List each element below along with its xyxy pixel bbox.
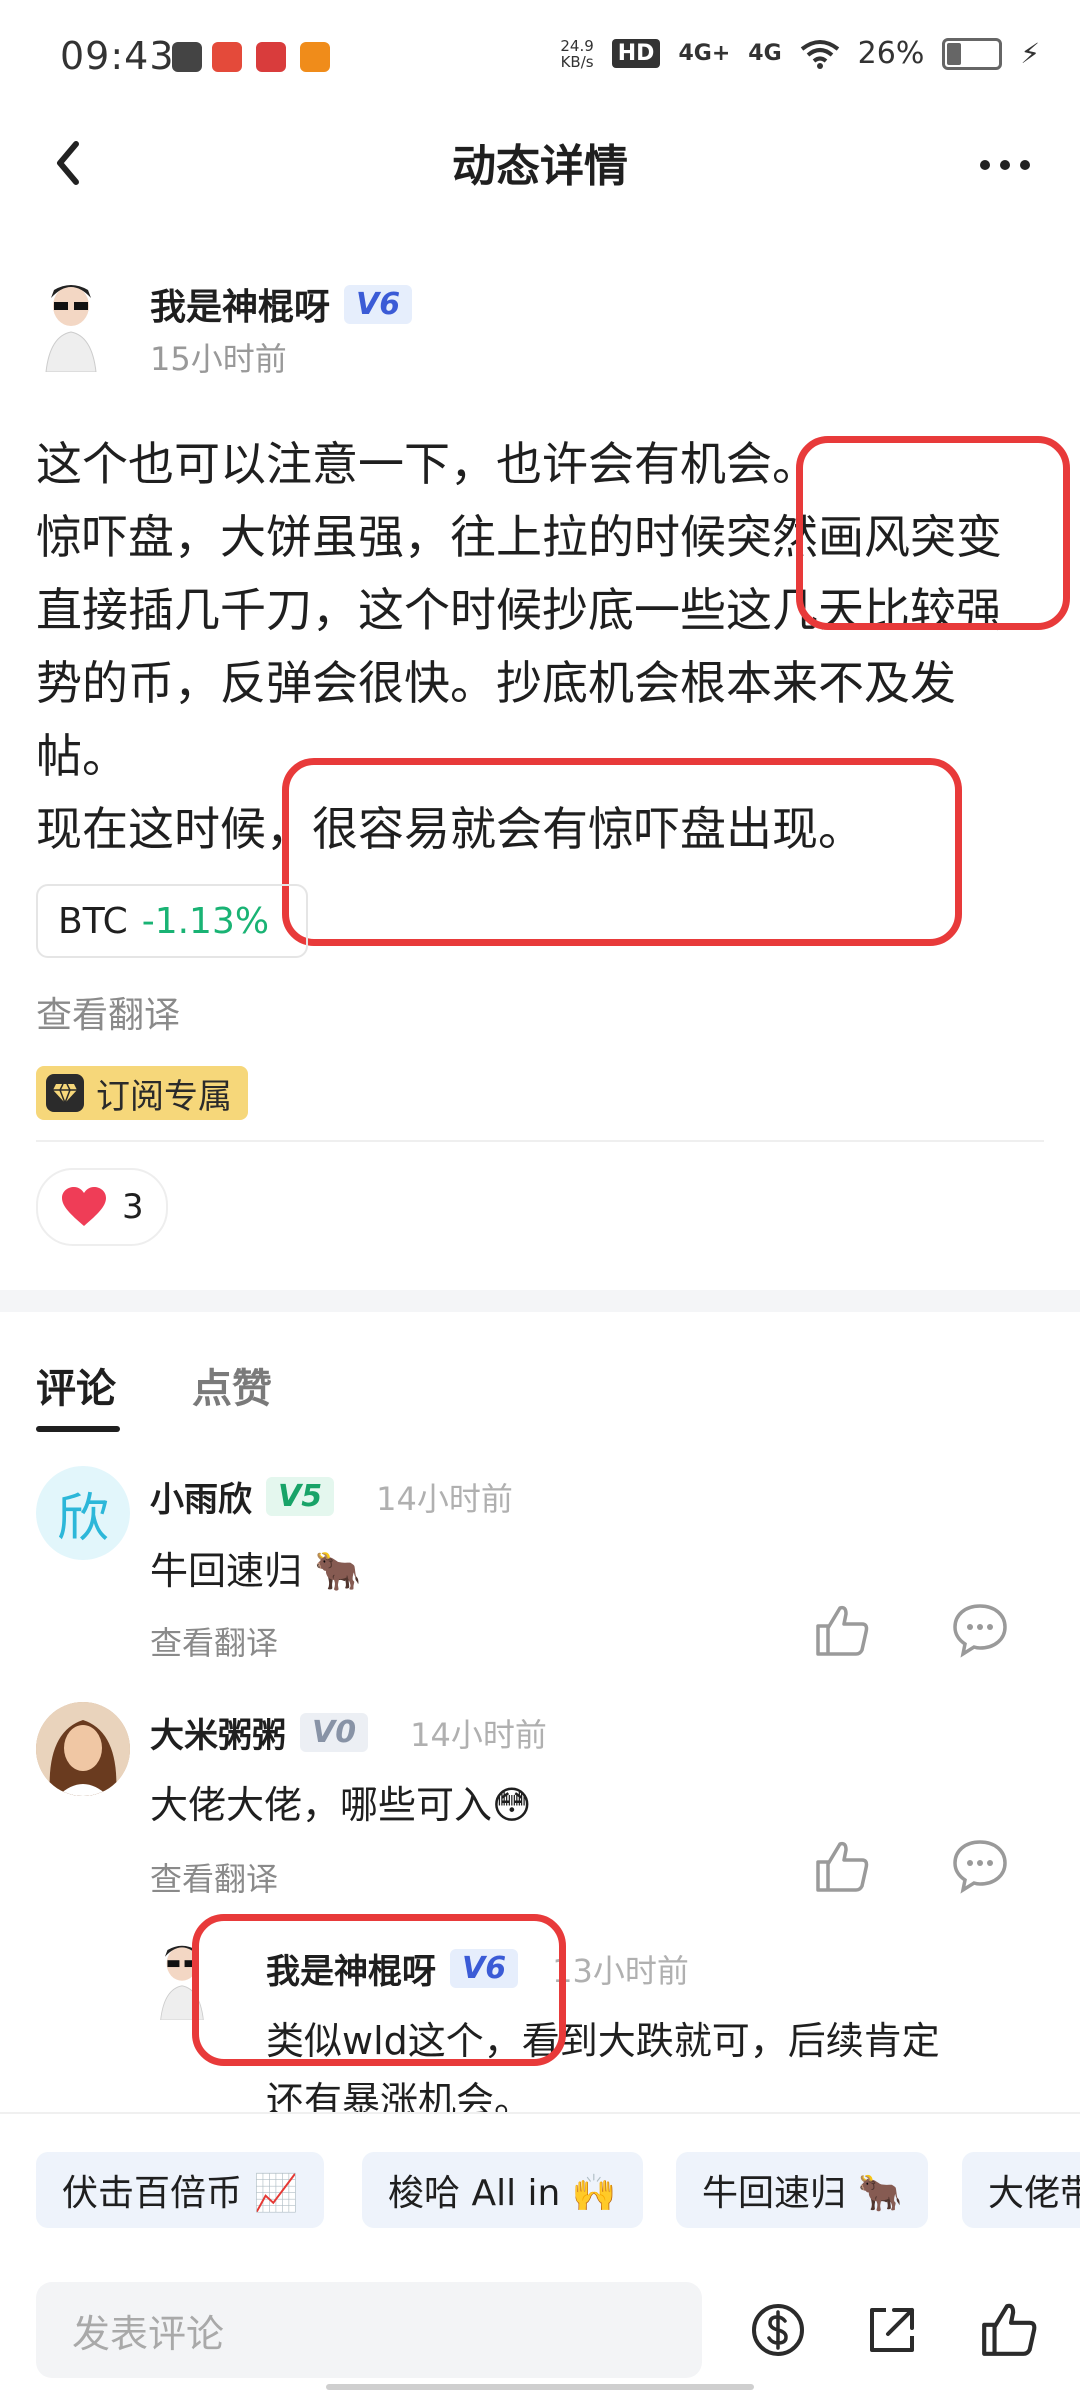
home-indicator	[326, 2384, 754, 2390]
divider	[36, 1140, 1044, 1142]
coin-change: -1.13%	[141, 900, 270, 942]
quick-reply-chip[interactable]: 伏击百倍币 📈	[36, 2152, 325, 2228]
author-row: 我是神棍呀 V6	[150, 278, 413, 330]
quick-reply-chip[interactable]: 大佬带	[962, 2152, 1080, 2228]
commenter-level-badge: V5	[266, 1477, 335, 1516]
status-bar: 09:43 24.9 KB/s HD 4G+ 4G 26% ⚡	[0, 0, 1080, 120]
thumbs-up-icon[interactable]	[812, 1836, 872, 1896]
commenter-avatar[interactable]: 欣	[36, 1466, 130, 1560]
post-time: 15小时前	[150, 340, 287, 378]
reply-bubble-icon[interactable]	[950, 1836, 1010, 1896]
section-separator	[0, 1290, 1080, 1312]
comment-translate-link[interactable]: 查看翻译	[150, 1618, 278, 1664]
subscription-label: 订阅专属	[96, 1076, 232, 1117]
heart-icon	[62, 1187, 106, 1226]
comment-text: 大佬大佬，哪些可入😳	[150, 1783, 532, 1827]
comment-translate-link[interactable]: 查看翻译	[150, 1854, 278, 1900]
like-count: 3	[122, 1187, 144, 1227]
thumbs-up-icon[interactable]	[978, 2298, 1040, 2360]
app-notification-icon	[212, 42, 242, 72]
notification-icon	[172, 42, 202, 72]
reply-bubble-icon[interactable]	[950, 1600, 1010, 1660]
weibo-notification-icon	[300, 42, 330, 72]
commenter-name[interactable]: 小雨欣	[150, 1472, 252, 1521]
quick-reply-chip[interactable]: 牛回速归 🐂	[676, 2152, 929, 2228]
thumbs-up-icon[interactable]	[812, 1600, 872, 1660]
subscription-tag[interactable]: 订阅专属	[36, 1066, 248, 1120]
battery-percent: 26%	[857, 36, 925, 71]
charging-icon: ⚡	[1020, 37, 1040, 70]
app-notification-icon	[256, 42, 286, 72]
status-right: 24.9 KB/s HD 4G+ 4G 26% ⚡	[560, 36, 1040, 71]
status-time: 09:43	[60, 34, 175, 78]
author-avatar[interactable]	[36, 276, 106, 372]
comment-text: 牛回速归 🐂	[150, 1549, 362, 1593]
battery-icon	[942, 37, 1003, 70]
signal-4g-plus: 4G+	[678, 41, 731, 66]
more-options-icon[interactable]	[970, 130, 1040, 200]
highlight-box	[282, 758, 962, 946]
commenter-avatar[interactable]	[36, 1702, 130, 1796]
comment-time: 14小时前	[410, 1715, 547, 1754]
commenter-name[interactable]: 大米粥粥	[150, 1708, 286, 1757]
net-speed: 24.9 KB/s	[560, 36, 594, 71]
comment-time: 14小时前	[376, 1479, 513, 1518]
highlight-box	[796, 436, 1070, 630]
quick-reply-chip[interactable]: 梭哈 All in 🙌	[362, 2152, 643, 2228]
like-reaction-button[interactable]: 3	[36, 1168, 168, 1246]
commenter-level-badge: V0	[300, 1713, 369, 1752]
tip-coin-icon[interactable]	[748, 2300, 808, 2360]
comment-header: 大米粥粥 V0 14小时前	[150, 1708, 547, 1757]
coin-tag[interactable]: BTC -1.13%	[36, 884, 308, 958]
tab-likes[interactable]: 点赞	[192, 1356, 272, 1414]
comment-header: 小雨欣 V5 14小时前	[150, 1472, 513, 1521]
signal-4g: 4G	[748, 41, 782, 66]
highlight-box	[192, 1914, 566, 2066]
hd-badge: HD	[611, 39, 661, 68]
translate-link[interactable]: 查看翻译	[36, 986, 180, 1038]
wifi-icon	[800, 39, 839, 69]
page-title: 动态详情	[452, 141, 628, 192]
author-level-badge: V6	[344, 284, 413, 324]
reply-time: 13小时前	[552, 1951, 689, 1990]
comment-input[interactable]: 发表评论	[36, 2282, 702, 2378]
active-tab-indicator	[36, 1426, 120, 1432]
tab-comments[interactable]: 评论	[36, 1356, 116, 1414]
diamond-icon	[46, 1074, 84, 1112]
share-icon[interactable]	[862, 2300, 922, 2360]
author-name[interactable]: 我是神棍呀	[150, 278, 330, 330]
coin-symbol: BTC	[58, 900, 128, 942]
